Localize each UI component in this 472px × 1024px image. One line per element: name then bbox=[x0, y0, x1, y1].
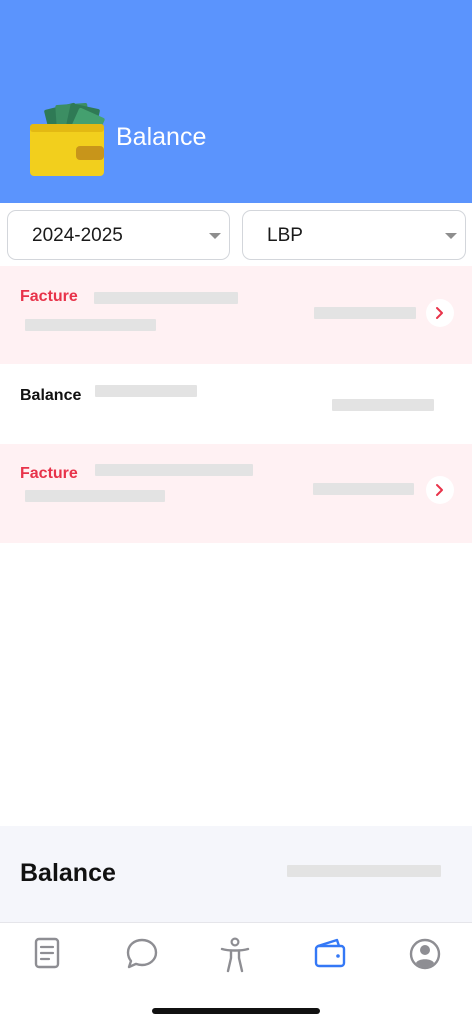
skeleton-placeholder bbox=[95, 464, 253, 476]
skeleton-placeholder bbox=[313, 483, 414, 495]
chevron-right-icon bbox=[436, 307, 443, 319]
year-select[interactable]: 2024-2025 bbox=[7, 210, 230, 260]
tab-messages[interactable] bbox=[121, 933, 161, 973]
header: Balance bbox=[0, 0, 472, 203]
profile-icon bbox=[409, 938, 441, 970]
chevron-right-button[interactable] bbox=[426, 476, 454, 504]
balance-row[interactable]: Balance bbox=[0, 364, 472, 442]
skeleton-placeholder bbox=[332, 399, 434, 411]
tab-accessibility[interactable] bbox=[214, 933, 254, 973]
skeleton-placeholder bbox=[94, 292, 238, 304]
document-icon bbox=[34, 937, 60, 969]
tab-documents[interactable] bbox=[27, 933, 67, 973]
wallet-money-icon bbox=[30, 102, 105, 176]
balance-summary: Balance bbox=[0, 826, 472, 922]
wallet-icon bbox=[314, 938, 346, 968]
home-indicator bbox=[152, 1008, 320, 1014]
row-type-label: Facture bbox=[20, 288, 78, 305]
skeleton-placeholder bbox=[287, 865, 441, 877]
tab-wallet[interactable] bbox=[309, 933, 349, 973]
skeleton-placeholder bbox=[25, 490, 165, 502]
currency-select[interactable]: LBP bbox=[242, 210, 466, 260]
chevron-down-icon bbox=[445, 233, 457, 239]
currency-select-value: LBP bbox=[267, 225, 303, 246]
skeleton-placeholder bbox=[95, 385, 197, 397]
invoice-row[interactable]: Facture bbox=[0, 266, 472, 364]
year-select-value: 2024-2025 bbox=[32, 225, 123, 246]
chat-bubble-icon bbox=[126, 938, 158, 969]
person-icon bbox=[220, 937, 250, 973]
chevron-right-button[interactable] bbox=[426, 299, 454, 327]
skeleton-placeholder bbox=[25, 319, 156, 331]
row-type-label: Balance bbox=[20, 387, 82, 404]
summary-label: Balance bbox=[20, 859, 116, 887]
row-type-label: Facture bbox=[20, 465, 78, 482]
invoice-row[interactable]: Facture bbox=[0, 444, 472, 543]
page-title: Balance bbox=[116, 123, 207, 151]
chevron-down-icon bbox=[209, 233, 221, 239]
tab-profile[interactable] bbox=[404, 933, 444, 973]
skeleton-placeholder bbox=[314, 307, 416, 319]
chevron-right-icon bbox=[436, 484, 443, 496]
